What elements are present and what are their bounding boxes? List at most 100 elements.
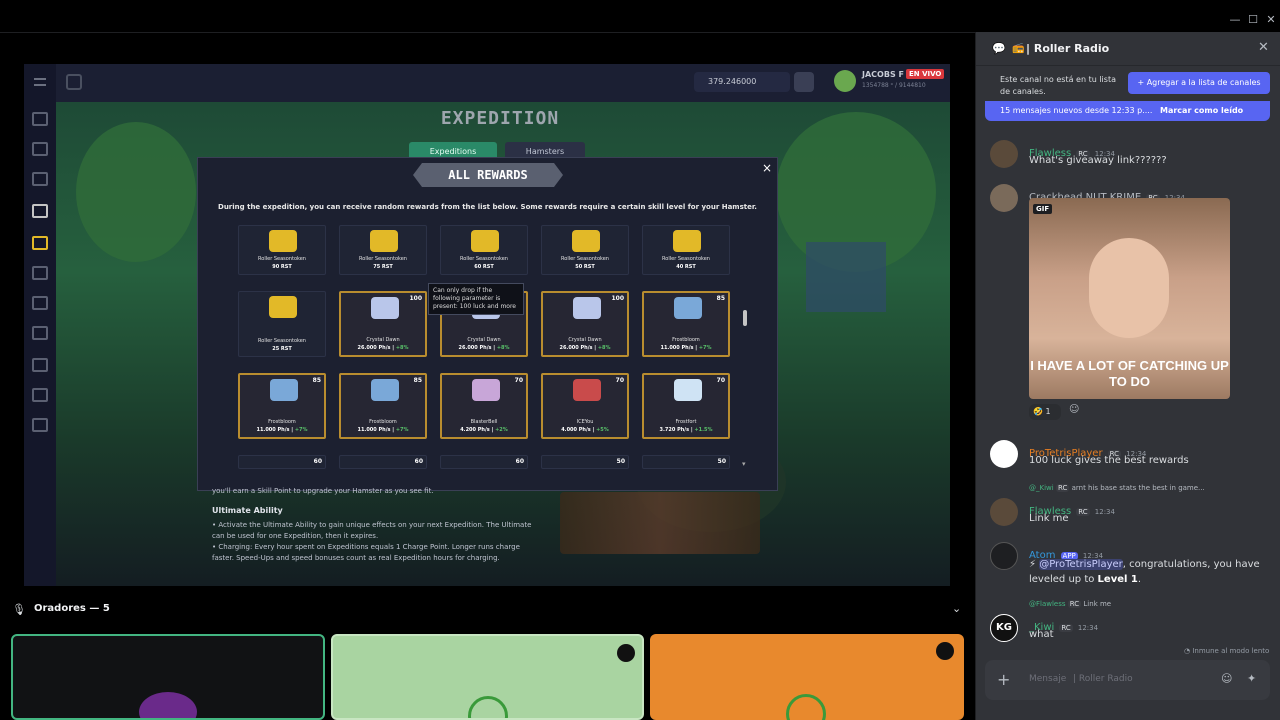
balance-selector[interactable]: 379.246000 xyxy=(694,72,790,92)
reward-name: Frostbloom xyxy=(268,419,296,425)
bank-icon[interactable] xyxy=(32,326,48,340)
info-line: you'll earn a Skill Point to upgrade you… xyxy=(212,487,434,495)
reward-card[interactable]: Roller Seasontoken 40 RST xyxy=(642,225,730,275)
avatar[interactable]: KG xyxy=(990,614,1018,642)
reward-card[interactable]: Roller Seasontoken 75 RST xyxy=(339,225,427,275)
reward-card[interactable]: 50 xyxy=(541,455,629,469)
reward-card[interactable]: 100 Crystal Dawn 26.000 Ph/s | +8% xyxy=(339,291,427,357)
message-text: 100 luck gives the best rewards xyxy=(1029,455,1189,466)
reward-card[interactable]: 85 Frostbloom 11.000 Ph/s | +7% xyxy=(339,373,427,439)
cart-icon[interactable] xyxy=(32,266,48,280)
microphone-icon: 🎙 xyxy=(12,603,26,616)
add-channel-button[interactable]: + Agregar a la lista de canales xyxy=(1128,72,1270,94)
speaker-tile[interactable] xyxy=(650,634,964,720)
emoji-icon[interactable]: ☺ xyxy=(1221,672,1232,685)
reward-card[interactable]: 60 xyxy=(440,455,528,469)
maximize-icon[interactable]: ☐ xyxy=(1246,14,1260,26)
role-tag: RC xyxy=(1076,508,1090,516)
menu-icon[interactable] xyxy=(34,78,46,86)
apps-icon[interactable]: ✦ xyxy=(1247,672,1256,685)
reward-card[interactable]: 60 xyxy=(339,455,427,469)
avatar[interactable] xyxy=(990,184,1018,212)
reward-value: 26.000 Ph/s | +8% xyxy=(559,345,611,351)
reward-card[interactable]: Roller Seasontoken 50 RST xyxy=(541,225,629,275)
reward-card[interactable]: Roller Seasontoken 25 RST xyxy=(238,291,326,357)
reply-preview[interactable]: @_Kiwi RC arnt his base stats the best i… xyxy=(1029,484,1205,492)
gamepad-icon[interactable] xyxy=(32,142,48,156)
reward-name: Crystal Dawn xyxy=(366,337,400,343)
reward-card[interactable]: 85 Frostbloom 11.000 Ph/s | +7% xyxy=(238,373,326,439)
mod-badge-icon xyxy=(617,644,635,662)
store-icon[interactable] xyxy=(32,296,48,310)
add-reaction-icon[interactable]: ☺ xyxy=(1069,404,1079,415)
message-text: Link me xyxy=(1029,513,1069,524)
avatar[interactable] xyxy=(990,542,1018,570)
reward-card[interactable]: 50 xyxy=(642,455,730,469)
chevron-down-icon[interactable]: ⌄ xyxy=(952,602,961,615)
reward-card[interactable]: 60 xyxy=(238,455,326,469)
close-window-icon[interactable]: ✕ xyxy=(1264,14,1278,26)
reward-art xyxy=(269,296,297,318)
avatar[interactable] xyxy=(990,140,1018,168)
level-text: Level 1 xyxy=(1097,574,1138,585)
reward-boost: +5% xyxy=(596,427,609,433)
reward-card[interactable]: 70 BlasterBell 4.200 Ph/s | +2% xyxy=(440,373,528,439)
modal-scrollbar[interactable] xyxy=(743,310,747,326)
add-attachment-icon[interactable]: + xyxy=(997,670,1010,689)
reward-card[interactable]: 85 Frostbloom 11.000 Ph/s | +7% xyxy=(642,291,730,357)
home-icon[interactable] xyxy=(32,112,48,126)
speakers-label: Oradores — 5 xyxy=(34,603,110,614)
thread-icon: 💬 xyxy=(992,42,1006,55)
speaker-tile[interactable] xyxy=(331,634,644,720)
info-bullet: • Charging: Every hour spent on Expediti… xyxy=(212,543,520,562)
reward-boost: +8% xyxy=(496,345,510,351)
calendar-icon[interactable] xyxy=(32,204,48,218)
reward-name: Frostfort xyxy=(675,419,697,425)
wallet-icon[interactable] xyxy=(32,418,48,432)
reward-amount: 26.000 Ph/s xyxy=(559,345,593,351)
skill-badge: 50 xyxy=(616,458,625,465)
reward-amount: 25 RST xyxy=(272,346,292,352)
scroll-down-icon[interactable]: ▾ xyxy=(742,460,746,468)
message-composer[interactable]: + Mensaje | Roller Radio ☺ ✦ xyxy=(985,660,1270,700)
reward-boost: +7% xyxy=(294,427,308,433)
gif-caption: I HAVE A LOT OF CATCHING UP TO DO xyxy=(1030,358,1229,389)
mark-read-button[interactable]: Marcar como leído xyxy=(1160,106,1243,115)
reply-author: @Flawless xyxy=(1029,600,1066,608)
reward-name: Roller Seasontoken xyxy=(359,256,407,262)
avatar[interactable] xyxy=(990,498,1018,526)
reward-card[interactable]: 70 Frostfort 3.720 Ph/s | +1.5% xyxy=(642,373,730,439)
reward-card[interactable]: 100 Crystal Dawn 26.000 Ph/s | +8% xyxy=(541,291,629,357)
avatar[interactable] xyxy=(834,70,856,92)
team-icon[interactable] xyxy=(32,388,48,402)
reward-card[interactable]: 70 ICEYou 4.000 Ph/s | +5% xyxy=(541,373,629,439)
reaction-button[interactable]: 🤣 1 xyxy=(1029,404,1061,420)
reward-value: 40 RST xyxy=(643,264,729,270)
close-icon[interactable]: × xyxy=(760,161,774,175)
avatar xyxy=(786,694,826,720)
reply-author: @_Kiwi xyxy=(1029,484,1054,492)
new-messages-bar[interactable]: 15 mensajes nuevos desde 12:33 p.... Mar… xyxy=(985,101,1270,121)
check-icon[interactable] xyxy=(32,236,48,250)
composer-placeholder: Mensaje xyxy=(1029,674,1067,684)
info-bullet: • Activate the Ultimate Ability to gain … xyxy=(212,521,532,540)
gif-embed[interactable]: GIF I HAVE A LOT OF CATCHING UP TO DO xyxy=(1029,198,1230,399)
reward-card[interactable]: Roller Seasontoken 90 RST xyxy=(238,225,326,275)
minimize-icon[interactable]: — xyxy=(1228,14,1242,26)
timestamp: 12:34 xyxy=(1094,508,1115,516)
channel-notice: Este canal no está en tu lista de canale… xyxy=(976,66,1280,100)
close-icon[interactable]: ✕ xyxy=(1258,40,1269,55)
hamster-icon[interactable] xyxy=(32,172,48,186)
reward-card[interactable]: Roller Seasontoken 60 RST xyxy=(440,225,528,275)
speaker-tile[interactable] xyxy=(11,634,325,720)
trophy-icon[interactable] xyxy=(32,358,48,372)
reward-value: 4.200 Ph/s | +2% xyxy=(460,427,508,433)
avatar[interactable] xyxy=(990,440,1018,468)
reward-amount: 26.000 Ph/s xyxy=(357,345,391,351)
reward-boost: +8% xyxy=(597,345,611,351)
reward-art xyxy=(472,379,500,401)
reply-preview[interactable]: @Flawless RC Link me xyxy=(1029,600,1111,608)
wallet-button[interactable] xyxy=(794,72,814,92)
live-badge: EN VIVO xyxy=(906,69,945,79)
user-mention[interactable]: @ProTetrisPlayer xyxy=(1039,559,1123,570)
